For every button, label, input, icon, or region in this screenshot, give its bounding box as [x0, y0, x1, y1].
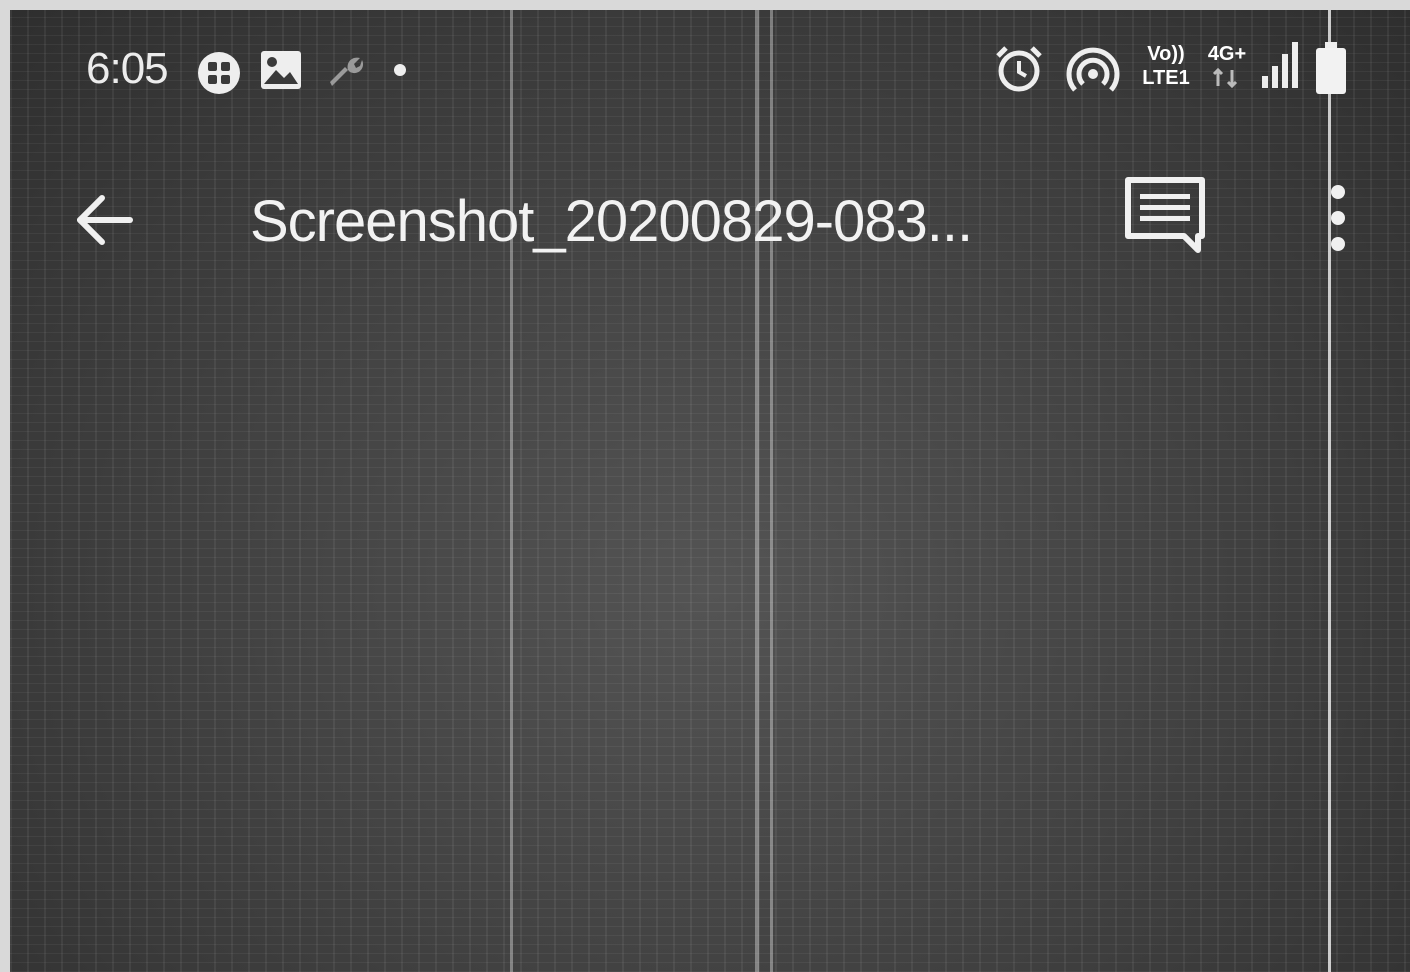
battery-icon [1316, 42, 1346, 94]
hotspot-icon [1066, 47, 1120, 92]
wrench-icon [330, 57, 364, 86]
4g-label: 4G+ [1208, 43, 1246, 65]
app-bar: Screenshot_20200829-083... [10, 160, 1410, 280]
image-viewer-area[interactable] [10, 300, 1410, 972]
status-bar: 6:05 Vo)) LTE1 4G+ [10, 10, 1410, 120]
alarm-icon [996, 46, 1042, 92]
dot-icon [394, 64, 406, 76]
comment-icon[interactable] [1124, 176, 1206, 256]
volte-lte-icon: Vo)) LTE1 [1142, 43, 1189, 89]
signal-icon [1262, 42, 1298, 88]
4g-icon: 4G+ [1208, 43, 1246, 89]
grid-app-icon [198, 52, 240, 94]
file-title: Screenshot_20200829-083... [250, 189, 973, 254]
volte-label: Vo)) [1147, 43, 1184, 65]
lte-label: LTE1 [1142, 67, 1189, 89]
more-vert-icon[interactable] [1324, 182, 1352, 254]
back-arrow-icon[interactable] [72, 188, 136, 252]
status-time: 6:05 [86, 44, 169, 93]
phone-screen: 6:05 Vo)) LTE1 4G+ Screenshot_20200829-0… [10, 10, 1410, 972]
image-icon [261, 51, 301, 89]
